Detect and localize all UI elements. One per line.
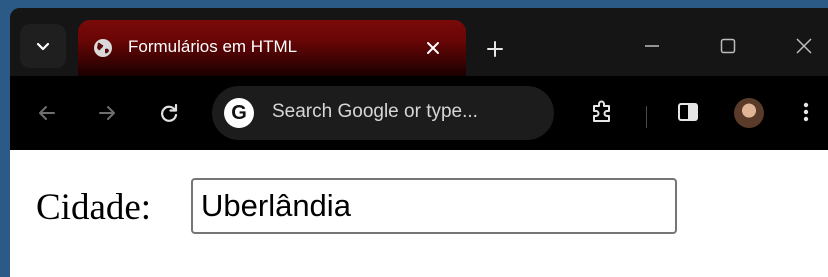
close-icon[interactable] bbox=[794, 36, 814, 56]
omnibox[interactable]: G Search Google or type... bbox=[212, 86, 554, 140]
toolbar: G Search Google or type... bbox=[10, 76, 828, 150]
page-content: Cidade: bbox=[10, 150, 828, 277]
close-icon[interactable] bbox=[422, 37, 444, 59]
avatar[interactable] bbox=[734, 98, 764, 128]
toolbar-separator bbox=[646, 106, 647, 128]
side-panel-icon[interactable] bbox=[674, 98, 702, 126]
browser-window: Formulários em HTML G Search Google or t… bbox=[10, 8, 828, 277]
city-input[interactable] bbox=[191, 178, 677, 234]
city-label: Cidade: bbox=[36, 187, 152, 228]
active-tab[interactable]: Formulários em HTML bbox=[78, 20, 466, 76]
plus-icon[interactable] bbox=[480, 34, 510, 64]
reload-icon[interactable] bbox=[156, 100, 182, 126]
tab-search-button[interactable] bbox=[20, 24, 66, 68]
arrow-right-icon[interactable] bbox=[94, 100, 120, 126]
puzzle-icon[interactable] bbox=[588, 98, 616, 126]
globe-icon bbox=[94, 39, 112, 57]
kebab-menu-icon[interactable] bbox=[792, 98, 820, 126]
maximize-icon[interactable] bbox=[718, 36, 738, 56]
google-icon: G bbox=[224, 98, 254, 128]
arrow-left-icon[interactable] bbox=[34, 100, 60, 126]
omnibox-placeholder: Search Google or type... bbox=[272, 101, 478, 122]
tab-title: Formulários em HTML bbox=[128, 37, 298, 56]
minimize-icon[interactable] bbox=[642, 36, 662, 56]
tab-strip: Formulários em HTML bbox=[10, 8, 828, 76]
chevron-down-icon bbox=[36, 42, 50, 51]
